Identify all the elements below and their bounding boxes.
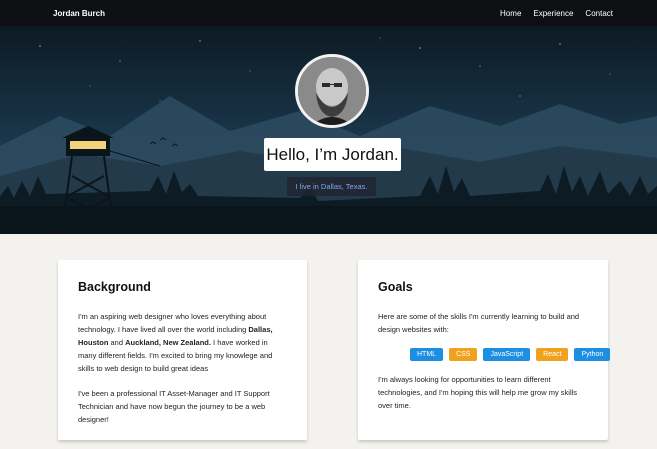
nav-link-contact[interactable]: Contact: [585, 9, 613, 18]
skill-chip-react: React: [536, 348, 569, 361]
hero-title: Hello, I’m Jordan.: [264, 138, 401, 171]
background-heading: Background: [78, 280, 151, 294]
skill-chip-html: HTML: [410, 348, 444, 361]
goals-paragraph-1: Here are some of the skills I'm currentl…: [378, 312, 580, 334]
avatar-photo: [298, 57, 366, 125]
hero-subtitle: I live in Dallas, Texas.: [287, 177, 376, 196]
goals-heading: Goals: [378, 280, 413, 294]
skills-list: HTML CSS JavaScript React Python: [410, 348, 611, 361]
top-navbar: Jordan Burch Home Experience Contact: [0, 0, 657, 26]
hero-section: Hello, I’m Jordan. I live in Dallas, Tex…: [0, 26, 657, 234]
nav-link-experience[interactable]: Experience: [533, 9, 573, 18]
goals-paragraph-2: I'm always looking for opportunities to …: [378, 375, 578, 410]
skill-chip-javascript: JavaScript: [483, 348, 531, 361]
background-card: Background I'm an aspiring web designer …: [58, 260, 307, 440]
profile-avatar: [295, 54, 369, 128]
nav-link-home[interactable]: Home: [500, 9, 521, 18]
background-paragraph-2: I've been a professional IT Asset-Manage…: [78, 389, 270, 424]
brand-name[interactable]: Jordan Burch: [53, 9, 105, 18]
nav-links: Home Experience Contact: [500, 9, 613, 18]
goals-card: Goals Here are some of the skills I'm cu…: [358, 260, 611, 440]
skill-chip-python: Python: [574, 348, 611, 361]
skill-chip-css: CSS: [449, 348, 478, 361]
background-paragraph-1: I'm an aspiring web designer who loves e…: [78, 312, 273, 373]
